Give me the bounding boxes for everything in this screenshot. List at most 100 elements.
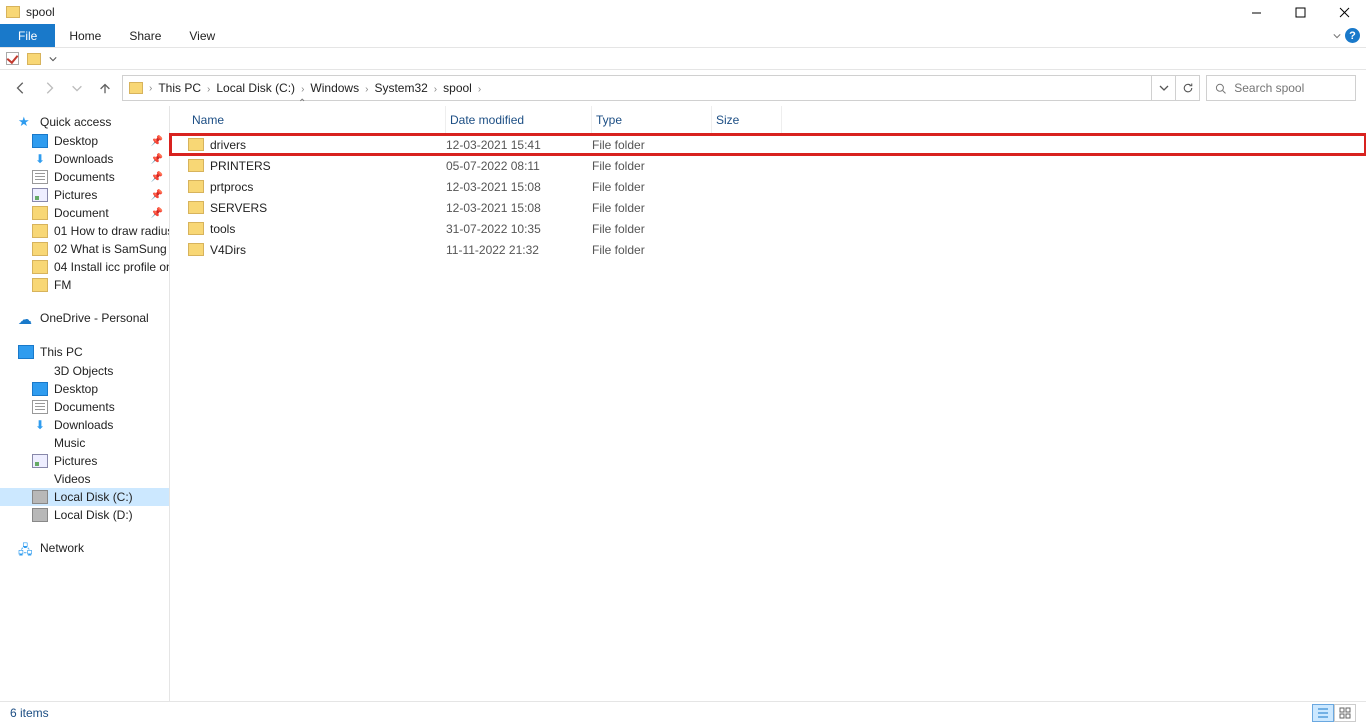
file-date: 12-03-2021 15:41 xyxy=(446,138,592,152)
column-label: Name xyxy=(192,113,224,127)
new-folder-icon[interactable] xyxy=(27,53,41,65)
sidebar-item-label: 3D Objects xyxy=(54,364,113,378)
file-row[interactable]: SERVERS12-03-2021 15:08File folder xyxy=(170,197,1366,218)
view-icons-button[interactable] xyxy=(1334,704,1356,722)
sidebar-item[interactable]: FM xyxy=(0,276,169,294)
pin-icon: 📌 xyxy=(151,190,163,201)
folder-icon xyxy=(188,222,204,235)
back-button[interactable] xyxy=(10,77,32,99)
address-dropdown-icon[interactable] xyxy=(1151,76,1175,100)
breadcrumb-segment[interactable]: spool xyxy=(439,81,476,95)
tab-file[interactable]: File xyxy=(0,24,55,47)
breadcrumb-segment[interactable]: This PC xyxy=(154,81,205,95)
search-input[interactable] xyxy=(1234,81,1355,95)
tab-share[interactable]: Share xyxy=(115,24,175,47)
folder-icon xyxy=(6,6,20,18)
breadcrumb-segment[interactable]: Windows xyxy=(306,81,363,95)
sidebar-item[interactable]: Pictures📌 xyxy=(0,186,169,204)
up-button[interactable] xyxy=(94,77,116,99)
search-icon xyxy=(1215,82,1226,95)
sidebar-item[interactable]: Downloads xyxy=(0,416,169,434)
sidebar-item[interactable]: Desktop xyxy=(0,380,169,398)
close-button[interactable] xyxy=(1322,0,1366,24)
file-name: tools xyxy=(210,222,235,236)
column-type[interactable]: Type xyxy=(592,106,712,133)
tab-home[interactable]: Home xyxy=(55,24,115,47)
file-row[interactable]: PRINTERS05-07-2022 08:11File folder xyxy=(170,155,1366,176)
window-title: spool xyxy=(26,5,55,19)
sidebar-item-label: Desktop xyxy=(54,134,98,148)
sidebar-item[interactable]: Document📌 xyxy=(0,204,169,222)
file-row[interactable]: tools31-07-2022 10:35File folder xyxy=(170,218,1366,239)
help-icon[interactable]: ? xyxy=(1345,28,1360,43)
file-name: prtprocs xyxy=(210,180,253,194)
doc-icon xyxy=(32,170,48,184)
column-name[interactable]: Name ⌃ xyxy=(188,106,446,133)
sidebar-item[interactable]: Documents xyxy=(0,398,169,416)
sidebar-item[interactable]: Pictures xyxy=(0,452,169,470)
sidebar-item[interactable]: Documents📌 xyxy=(0,168,169,186)
file-type: File folder xyxy=(592,201,712,215)
address-bar[interactable]: › This PC›Local Disk (C:)›Windows›System… xyxy=(122,75,1200,101)
breadcrumb-segment[interactable]: System32 xyxy=(370,81,431,95)
disk-icon xyxy=(32,490,48,504)
chevron-right-icon[interactable]: › xyxy=(147,83,154,94)
file-type: File folder xyxy=(592,159,712,173)
disk-icon xyxy=(32,508,48,522)
pic-icon xyxy=(32,454,48,468)
sidebar-item[interactable]: Videos xyxy=(0,470,169,488)
sidebar-quick-access[interactable]: ★ Quick access xyxy=(0,112,169,132)
view-details-button[interactable] xyxy=(1312,704,1334,722)
folder-icon xyxy=(188,138,204,151)
folder-icon xyxy=(32,242,48,256)
sidebar-label: Network xyxy=(40,541,84,555)
sidebar-item[interactable]: 04 Install icc profile on xyxy=(0,258,169,276)
file-row[interactable]: V4Dirs11-11-2022 21:32File folder xyxy=(170,239,1366,260)
sidebar-item-label: Videos xyxy=(54,472,90,486)
star-icon: ★ xyxy=(18,115,34,129)
sidebar-item[interactable]: Desktop📌 xyxy=(0,132,169,150)
note-icon xyxy=(32,436,48,450)
sidebar-item-label: 01 How to draw radius xyxy=(54,224,169,238)
file-row[interactable]: drivers12-03-2021 15:41File folder xyxy=(170,134,1366,155)
sidebar-item[interactable]: 02 What is SamSung c xyxy=(0,240,169,258)
folder-icon xyxy=(129,82,143,94)
sidebar-item-label: Local Disk (D:) xyxy=(54,508,133,522)
refresh-button[interactable] xyxy=(1175,76,1199,100)
tab-view[interactable]: View xyxy=(175,24,229,47)
maximize-button[interactable] xyxy=(1278,0,1322,24)
recent-dropdown-icon[interactable] xyxy=(66,77,88,99)
column-date[interactable]: Date modified xyxy=(446,106,592,133)
sidebar-onedrive[interactable]: ☁ OneDrive - Personal xyxy=(0,308,169,328)
sidebar-item-label: Music xyxy=(54,436,85,450)
sidebar-this-pc[interactable]: This PC xyxy=(0,342,169,362)
sidebar-item[interactable]: 01 How to draw radius xyxy=(0,222,169,240)
qat-dropdown-icon[interactable] xyxy=(49,55,57,63)
cube-icon xyxy=(32,364,48,378)
search-box[interactable] xyxy=(1206,75,1356,101)
file-name: drivers xyxy=(210,138,246,152)
breadcrumb-segment[interactable]: Local Disk (C:) xyxy=(212,81,299,95)
doc-icon xyxy=(32,400,48,414)
properties-icon[interactable] xyxy=(6,52,19,65)
folder-icon xyxy=(188,180,204,193)
sidebar-network[interactable]: 🖧 Network xyxy=(0,538,169,558)
sidebar-item[interactable]: Local Disk (C:) xyxy=(0,488,169,506)
minimize-button[interactable] xyxy=(1234,0,1278,24)
folder-icon xyxy=(188,243,204,256)
desktop-icon xyxy=(32,134,48,148)
sidebar-item-label: Documents xyxy=(54,400,115,414)
sidebar-item[interactable]: Local Disk (D:) xyxy=(0,506,169,524)
file-row[interactable]: prtprocs12-03-2021 15:08File folder xyxy=(170,176,1366,197)
down-icon xyxy=(32,152,48,166)
file-type: File folder xyxy=(592,243,712,257)
sort-asc-icon: ⌃ xyxy=(298,98,306,109)
column-size[interactable]: Size xyxy=(712,106,782,133)
column-headers: Name ⌃ Date modified Type Size xyxy=(170,106,1366,134)
ribbon-collapse-icon[interactable] xyxy=(1333,29,1341,43)
forward-button[interactable] xyxy=(38,77,60,99)
chevron-right-icon[interactable]: › xyxy=(476,84,483,95)
sidebar-item[interactable]: 3D Objects xyxy=(0,362,169,380)
sidebar-item[interactable]: Music xyxy=(0,434,169,452)
sidebar-item[interactable]: Downloads📌 xyxy=(0,150,169,168)
